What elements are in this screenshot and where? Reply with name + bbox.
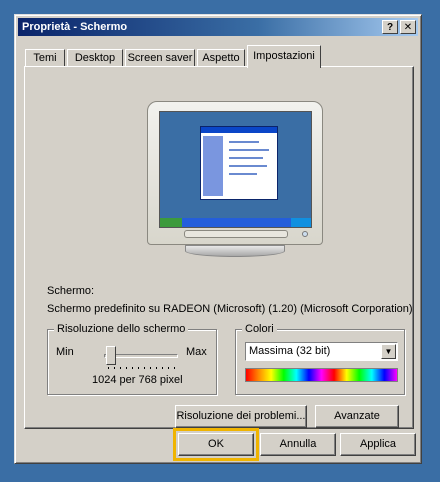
monitor-stand — [185, 245, 285, 257]
resolution-max-label: Max — [186, 346, 207, 358]
resolution-slider-thumb[interactable] — [106, 346, 116, 365]
troubleshoot-button[interactable]: Risoluzione dei problemi... — [175, 405, 307, 428]
tab-desktop[interactable]: Desktop — [67, 49, 123, 67]
resolution-group-title: Risoluzione dello schermo — [54, 323, 189, 335]
preview-taskbar — [160, 218, 311, 227]
cancel-button[interactable]: Annulla — [260, 433, 336, 456]
power-led-icon — [302, 231, 308, 237]
title-bar: Proprietà - Schermo ? ✕ — [18, 18, 418, 36]
resolution-min-label: Min — [56, 346, 74, 358]
resolution-group: Risoluzione dello schermo Min Max 1024 p… — [47, 323, 217, 395]
window-title: Proprietà - Schermo — [22, 21, 128, 33]
monitor-bezel — [184, 230, 288, 238]
preview-window-icon — [200, 126, 278, 200]
slider-ticks — [108, 367, 178, 369]
advanced-button[interactable]: Avanzate — [315, 405, 399, 428]
tab-screen-saver[interactable]: Screen saver — [125, 49, 195, 67]
colors-group: Colori Massima (32 bit) ▼ — [235, 323, 405, 395]
display-value: Schermo predefinito su RADEON (Microsoft… — [47, 303, 413, 315]
display-heading: Schermo: — [47, 285, 95, 297]
screen-preview — [159, 111, 312, 228]
monitor-preview — [147, 101, 323, 245]
tab-temi[interactable]: Temi — [25, 49, 65, 67]
help-button[interactable]: ? — [382, 20, 398, 34]
apply-button[interactable]: Applica — [340, 433, 416, 456]
resolution-value: 1024 per 768 pixel — [92, 374, 183, 386]
tab-impostazioni[interactable]: Impostazioni — [247, 45, 321, 68]
tab-strip: Temi Desktop Screen saver Aspetto Impost… — [25, 45, 415, 68]
ok-button[interactable]: OK — [173, 428, 259, 461]
chevron-down-icon[interactable]: ▼ — [381, 344, 396, 359]
colors-select[interactable]: Massima (32 bit) ▼ — [245, 342, 398, 361]
settings-panel: Schermo: Schermo predefinito su RADEON (… — [24, 66, 414, 429]
colors-selected-value: Massima (32 bit) — [249, 345, 331, 357]
tab-aspetto[interactable]: Aspetto — [197, 49, 245, 67]
display-properties-dialog: Proprietà - Schermo ? ✕ Temi Desktop Scr… — [14, 14, 422, 464]
close-button[interactable]: ✕ — [400, 20, 416, 34]
color-spectrum-bar — [245, 368, 398, 382]
colors-group-title: Colori — [242, 323, 277, 335]
